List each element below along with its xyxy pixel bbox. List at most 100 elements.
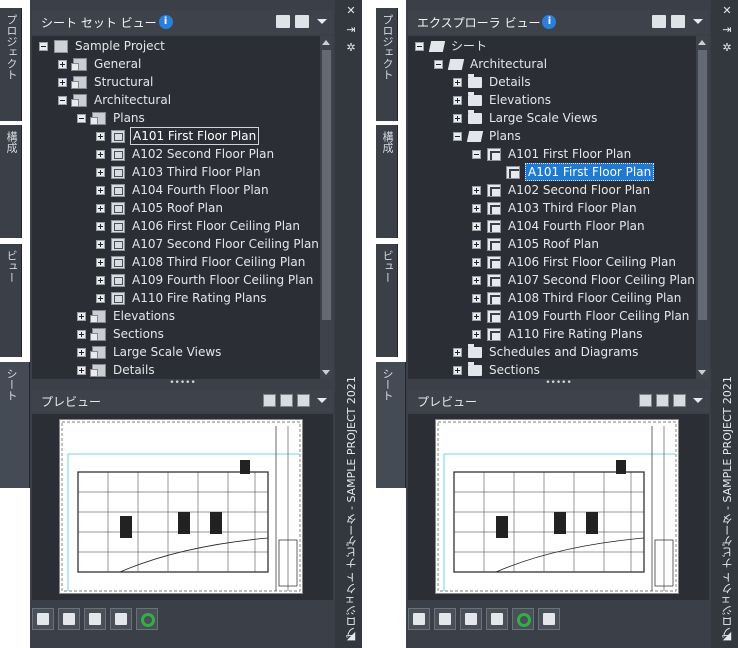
tree-scrollbar[interactable] (320, 36, 333, 379)
chevron-down-icon[interactable] (693, 19, 703, 24)
tree-node[interactable]: Schedules and Diagrams (453, 343, 640, 361)
tab-sheets[interactable]: シート (376, 362, 406, 488)
expand-icon[interactable] (58, 77, 67, 87)
preview-details-icon[interactable] (656, 394, 669, 407)
explorer-tree[interactable]: シート Architectural Details Elevations Large S… (408, 36, 709, 379)
expand-icon[interactable] (96, 275, 105, 285)
tree-node[interactable]: Details (453, 73, 533, 91)
tree-node[interactable]: A110 Fire Rating Plans (96, 289, 268, 307)
tree-node[interactable]: A105 Roof Plan (472, 235, 601, 253)
tree-node[interactable]: A102 Second Floor Plan (96, 145, 276, 163)
collapse-icon[interactable] (58, 95, 67, 105)
tree-node[interactable]: A105 Roof Plan (96, 199, 225, 217)
expand-icon[interactable] (96, 185, 105, 195)
table-icon[interactable] (110, 608, 132, 630)
tree-node[interactable]: A108 Third Floor Ceiling Plan (472, 289, 683, 307)
collapse-icon[interactable] (453, 131, 462, 141)
gear-icon[interactable]: ✲ (345, 42, 357, 54)
expand-icon[interactable] (77, 365, 86, 375)
expand-icon[interactable] (77, 311, 86, 321)
preview-details-icon[interactable] (280, 394, 293, 407)
tree-node[interactable]: Elevations (77, 307, 177, 325)
close-icon[interactable]: ✕ (721, 5, 733, 17)
collapse-icon[interactable] (415, 41, 424, 51)
tab-views[interactable]: ビュー (376, 244, 398, 357)
new-folder-icon[interactable] (408, 608, 430, 630)
tree-node[interactable]: Large Scale Views (453, 109, 599, 127)
resize-grip-icon[interactable]: ◢ (345, 630, 357, 642)
tree-node[interactable]: A108 Third Floor Ceiling Plan (96, 253, 307, 271)
tree-node[interactable]: Large Scale Views (77, 343, 223, 361)
expand-icon[interactable] (77, 347, 86, 357)
expand-icon[interactable] (96, 293, 105, 303)
refresh-icon[interactable] (512, 608, 534, 630)
expand-icon[interactable] (472, 311, 481, 321)
expand-icon[interactable] (453, 95, 462, 105)
sheet-tree[interactable]: Sample Project General Structural Architect… (32, 36, 333, 379)
tab-project[interactable]: プロジェクト (0, 8, 22, 121)
preview-zoom-icon[interactable] (297, 394, 310, 407)
collapse-icon[interactable] (434, 59, 443, 69)
tab-views[interactable]: ビュー (0, 244, 22, 357)
tree-scrollbar[interactable] (696, 36, 709, 379)
info-icon[interactable]: i (542, 15, 557, 29)
tree-node[interactable]: Elevations (453, 91, 553, 109)
tree-node[interactable]: Sections (77, 325, 166, 343)
preview-refresh-icon[interactable] (639, 394, 652, 407)
resize-grip-icon[interactable]: ◢ (721, 630, 733, 642)
info-icon[interactable]: i (158, 15, 173, 29)
tree-node[interactable]: A104 Fourth Floor Plan (472, 217, 647, 235)
autohide-icon[interactable]: ⇥ (721, 24, 733, 36)
splitter-handle[interactable]: ••••• (32, 379, 333, 388)
tree-node[interactable]: A107 Second Floor Ceiling Plan (96, 235, 321, 253)
folder-icon[interactable] (671, 15, 685, 28)
folder-icon[interactable] (295, 15, 309, 28)
table-icon[interactable] (486, 608, 508, 630)
expand-icon[interactable] (96, 203, 105, 213)
expand-icon[interactable] (96, 257, 105, 267)
sheet-new-icon[interactable] (58, 608, 80, 630)
dwg-tool-icon[interactable] (538, 608, 560, 630)
tree-node[interactable]: A106 First Floor Ceiling Plan (96, 217, 302, 235)
tree-node[interactable]: Structural (58, 73, 155, 91)
expand-icon[interactable] (472, 275, 481, 285)
tree-node[interactable]: General (58, 55, 143, 73)
collapse-icon[interactable] (472, 149, 481, 159)
tree-node[interactable]: A103 Third Floor Plan (472, 199, 639, 217)
tree-node[interactable]: A103 Third Floor Plan (96, 163, 263, 181)
expand-icon[interactable] (96, 221, 105, 231)
tree-node[interactable]: Plans (453, 127, 523, 145)
tree-node[interactable]: A107 Second Floor Ceiling Plan (472, 271, 697, 289)
tree-node[interactable]: Architectural (434, 55, 549, 73)
tree-node[interactable]: Architectural (58, 91, 173, 109)
splitter-handle[interactable]: ••••• (408, 379, 709, 388)
expand-icon[interactable] (453, 365, 462, 375)
expand-icon[interactable] (472, 221, 481, 231)
expand-icon[interactable] (472, 257, 481, 267)
tree-node[interactable]: シート (415, 37, 489, 55)
tree-node[interactable]: A102 Second Floor Plan (472, 181, 652, 199)
properties-icon[interactable] (434, 608, 456, 630)
tab-project[interactable]: プロジェクト (376, 8, 398, 121)
expand-icon[interactable] (472, 239, 481, 249)
tree-node[interactable]: A101 First Floor Plan (96, 127, 260, 145)
tab-constructs[interactable]: 構成 (376, 125, 398, 238)
expand-icon[interactable] (96, 167, 105, 177)
expand-icon[interactable] (472, 203, 481, 213)
gear-icon[interactable]: ✲ (721, 42, 733, 54)
expand-icon[interactable] (472, 293, 481, 303)
tree-node[interactable]: A101 First Floor Plan (472, 145, 633, 163)
expand-icon[interactable] (58, 59, 67, 69)
tab-constructs[interactable]: 構成 (0, 125, 22, 238)
chevron-down-icon[interactable] (317, 19, 327, 24)
refresh-icon[interactable] (136, 608, 158, 630)
sheet-set-icon[interactable] (276, 15, 290, 28)
close-icon[interactable]: ✕ (345, 5, 357, 17)
tree-node[interactable]: Details (77, 361, 157, 379)
collapse-icon[interactable] (77, 113, 86, 123)
autohide-icon[interactable]: ⇥ (345, 24, 357, 36)
tree-node[interactable]: Sample Project (39, 37, 167, 55)
layout-icon[interactable] (84, 608, 106, 630)
expand-icon[interactable] (96, 149, 105, 159)
sheet-set-icon[interactable] (652, 15, 666, 28)
